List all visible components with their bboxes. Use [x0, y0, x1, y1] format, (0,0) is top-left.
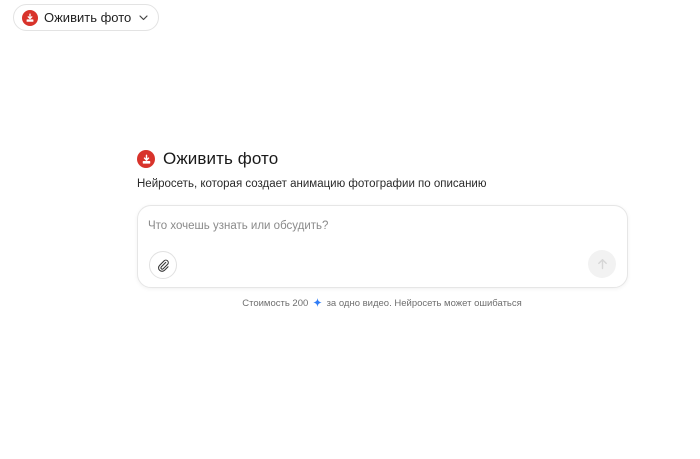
download-tray-icon: [137, 150, 155, 168]
arrow-up-icon: [597, 258, 608, 270]
message-composer[interactable]: Что хочешь узнать или обсудить?: [137, 205, 628, 288]
send-button[interactable]: [588, 250, 616, 278]
sparkle-icon: [312, 298, 322, 310]
cost-suffix: за одно видео. Нейросеть может ошибаться: [326, 298, 522, 309]
intro-block: Оживить фото Нейросеть, которая создает …: [137, 148, 629, 190]
message-input[interactable]: Что хочешь узнать или обсудить?: [148, 220, 328, 232]
chevron-down-icon: [138, 13, 148, 23]
app-selector-label: Оживить фото: [44, 10, 132, 25]
page: Оживить фото Оживить фото Нейросеть, кот…: [0, 0, 700, 459]
title-row: Оживить фото: [137, 148, 629, 170]
attach-button[interactable]: [149, 251, 177, 279]
page-subtitle: Нейросеть, которая создает анимацию фото…: [137, 178, 487, 190]
cost-prefix: Стоимость 200: [242, 298, 309, 309]
paperclip-icon: [157, 259, 170, 272]
page-title: Оживить фото: [163, 149, 279, 168]
download-tray-icon: [22, 9, 38, 26]
app-selector-button[interactable]: Оживить фото: [13, 4, 160, 31]
cost-note: Стоимость 200 за одно видео. Нейросеть м…: [0, 298, 700, 310]
